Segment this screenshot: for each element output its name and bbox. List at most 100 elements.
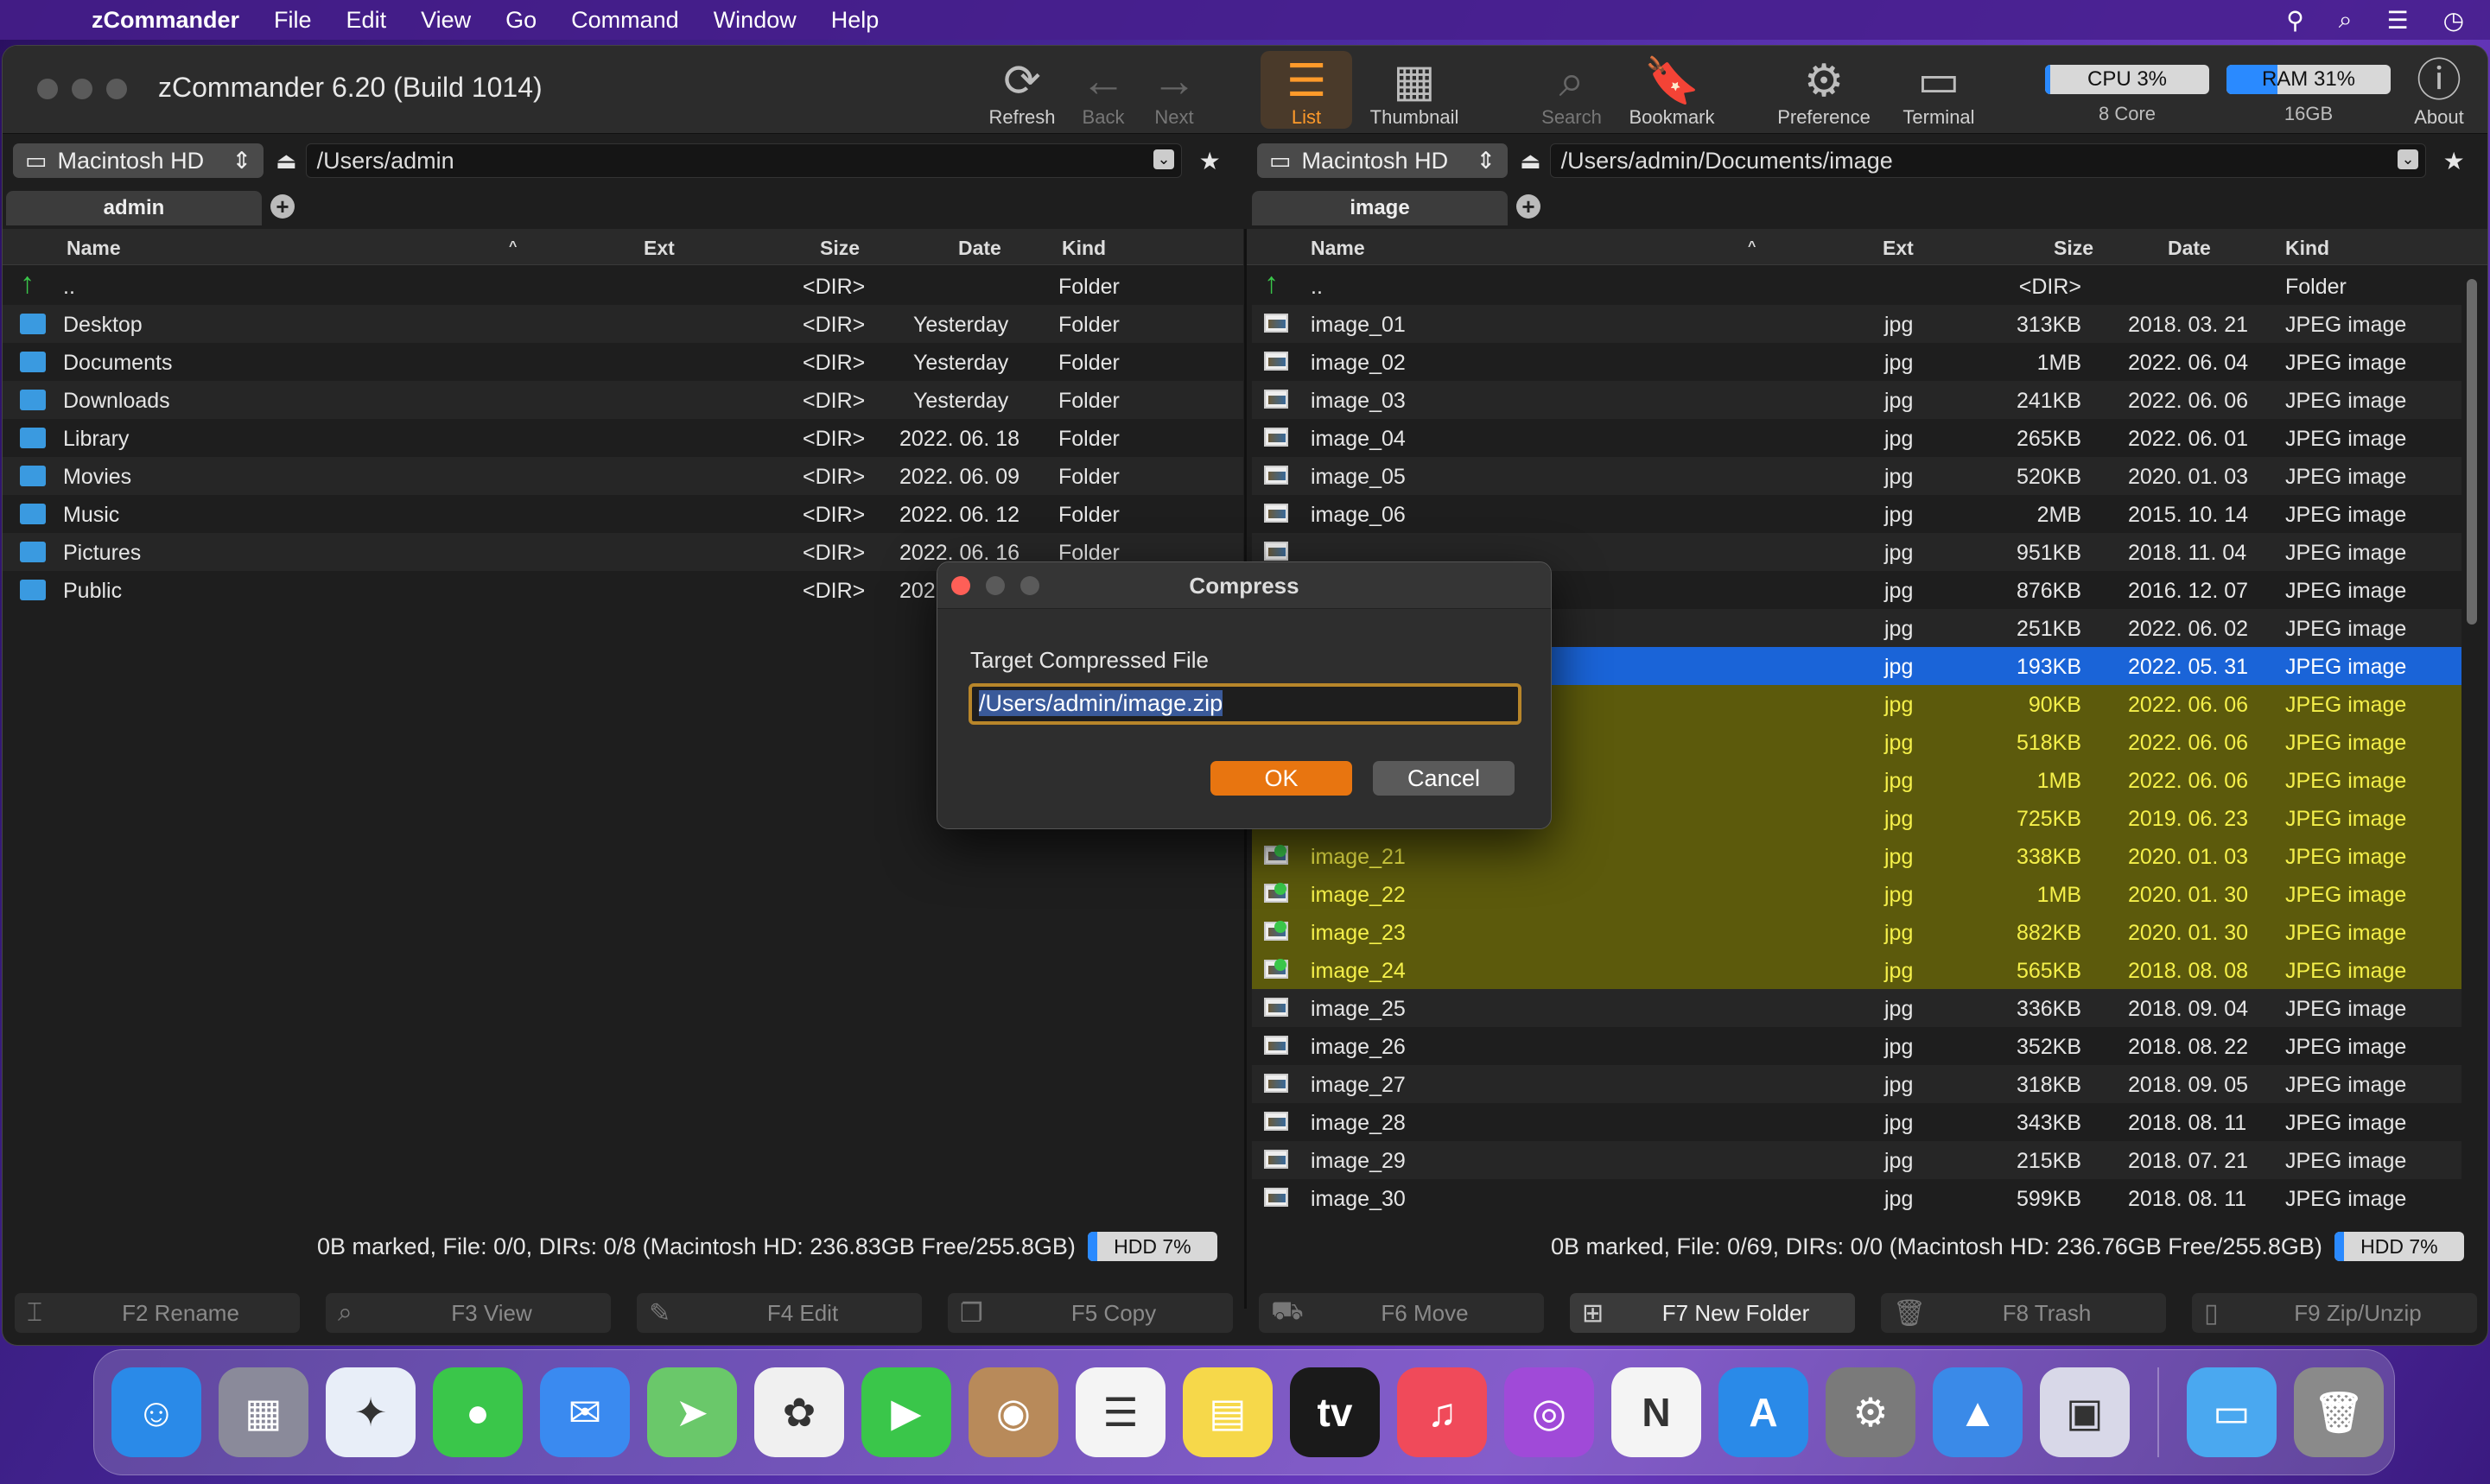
menu-go[interactable]: Go — [505, 7, 537, 34]
col-date[interactable]: Date — [958, 237, 1001, 260]
table-row[interactable]: image_23 jpg 882KB 2020. 01. 30 JPEG image — [1252, 913, 2461, 951]
list-item[interactable]: Music <DIR> 2022. 06. 12 Folder — [3, 495, 1243, 533]
list-item[interactable]: ↑.. <DIR> Folder — [3, 267, 1243, 305]
list-item[interactable]: Downloads <DIR> Yesterday Folder — [3, 381, 1243, 419]
table-row[interactable]: image_26 jpg 352KB 2018. 08. 22 JPEG image — [1252, 1027, 2461, 1065]
menu-view[interactable]: View — [421, 7, 471, 34]
dialog-zoom-button[interactable] — [1020, 576, 1039, 595]
col-kind[interactable]: Kind — [1062, 237, 1106, 260]
spotlight-search-icon[interactable]: ⌕ — [2339, 6, 2353, 35]
f6-move-button[interactable]: ⛟ F6 Move — [1259, 1293, 1544, 1333]
dock-maps-icon[interactable]: ➤ — [647, 1367, 737, 1457]
table-row[interactable]: image_06 jpg 2MB 2015. 10. 14 JPEG image — [1252, 495, 2461, 533]
dock-mail-icon[interactable]: ✉ — [540, 1367, 630, 1457]
dock-facetime-icon[interactable]: ▶ — [861, 1367, 951, 1457]
f8-trash-button[interactable]: 🗑 F8 Trash — [1881, 1293, 2166, 1333]
col-kind[interactable]: Kind — [2285, 237, 2329, 260]
table-row[interactable]: image_04 jpg 265KB 2022. 06. 01 JPEG image — [1252, 419, 2461, 457]
table-row[interactable]: image_03 jpg 241KB 2022. 06. 06 JPEG image — [1252, 381, 2461, 419]
control-center-icon[interactable]: ☰ — [2386, 6, 2408, 35]
clock-icon[interactable]: ◷ — [2443, 6, 2464, 35]
right-bookmark-star-icon[interactable]: ★ — [2443, 147, 2465, 175]
menu-window[interactable]: Window — [714, 7, 797, 34]
right-add-tab-icon[interactable]: + — [1516, 194, 1540, 219]
dock-downloads-folder-icon[interactable]: ▭ — [2187, 1367, 2277, 1457]
zoom-window-button[interactable] — [106, 79, 127, 99]
dock-messages-icon[interactable]: ● — [433, 1367, 523, 1457]
dialog-close-button[interactable] — [951, 576, 970, 595]
right-volume-select[interactable]: ▭ Macintosh HD ⇕ — [1257, 143, 1508, 178]
preference-button[interactable]: ⚙ Preference — [1770, 51, 1877, 129]
dock-zcommander-icon[interactable]: ▲ — [1933, 1367, 2023, 1457]
table-row[interactable]: image_25 jpg 336KB 2018. 09. 04 JPEG image — [1252, 989, 2461, 1027]
menu-command[interactable]: Command — [571, 7, 679, 34]
dock-app-store-icon[interactable]: A — [1718, 1367, 1808, 1457]
dock-trash-icon[interactable]: 🗑 — [2294, 1367, 2384, 1457]
right-tab-image[interactable]: image — [1252, 191, 1508, 225]
left-volume-select[interactable]: ▭ Macintosh HD ⇕ — [13, 143, 264, 178]
refresh-button[interactable]: ⟳ Refresh — [979, 51, 1065, 129]
minimize-window-button[interactable] — [72, 79, 92, 99]
table-row[interactable]: image_29 jpg 215KB 2018. 07. 21 JPEG image — [1252, 1141, 2461, 1179]
list-item[interactable]: Movies <DIR> 2022. 06. 09 Folder — [3, 457, 1243, 495]
eject-icon[interactable]: ⏏ — [1520, 148, 1541, 174]
next-button[interactable]: → Next — [1131, 51, 1217, 129]
table-row[interactable]: image_05 jpg 520KB 2020. 01. 03 JPEG image — [1252, 457, 2461, 495]
dialog-minimize-button[interactable] — [986, 576, 1005, 595]
left-file-list[interactable]: ↑.. <DIR> Folder Desktop <DIR> Yesterday Folde… — [3, 267, 1243, 609]
left-bookmark-star-icon[interactable]: ★ — [1199, 147, 1221, 175]
table-row[interactable]: image_22 jpg 1MB 2020. 01. 30 JPEG image — [1252, 875, 2461, 913]
table-row[interactable]: image_21 jpg 338KB 2020. 01. 03 JPEG image — [1252, 837, 2461, 875]
f3-view-button[interactable]: ⌕ F3 View — [326, 1293, 611, 1333]
f5-copy-button[interactable]: ❐ F5 Copy — [948, 1293, 1233, 1333]
menu-edit[interactable]: Edit — [346, 7, 387, 34]
ok-button[interactable]: OK — [1210, 761, 1352, 796]
list-view-button[interactable]: ☰ List — [1261, 51, 1352, 129]
bookmark-button[interactable]: 🔖 Bookmark — [1622, 51, 1722, 129]
dock-news-icon[interactable]: N — [1611, 1367, 1701, 1457]
dock-save-app-icon[interactable]: ▣ — [2040, 1367, 2130, 1457]
target-file-input[interactable]: /Users/admin/image.zip — [969, 683, 1521, 725]
dock-photos-icon[interactable]: ✿ — [754, 1367, 844, 1457]
left-add-tab-icon[interactable]: + — [270, 194, 295, 219]
dock-system-preferences-icon[interactable]: ⚙ — [1826, 1367, 1915, 1457]
col-date[interactable]: Date — [2168, 237, 2211, 260]
dock-notes-icon[interactable]: ▤ — [1183, 1367, 1273, 1457]
col-name[interactable]: Name — [1311, 237, 1365, 260]
col-name[interactable]: Name — [67, 237, 121, 260]
list-item[interactable]: Documents <DIR> Yesterday Folder — [3, 343, 1243, 381]
dock-music-icon[interactable]: ♫ — [1397, 1367, 1487, 1457]
list-item[interactable]: Library <DIR> 2022. 06. 18 Folder — [3, 419, 1243, 457]
table-row[interactable]: image_30 jpg 599KB 2018. 08. 11 JPEG image — [1252, 1179, 2461, 1217]
list-item[interactable]: Desktop <DIR> Yesterday Folder — [3, 305, 1243, 343]
f9-zip-button[interactable]: ▯ F9 Zip/Unzip — [2192, 1293, 2477, 1333]
dock-safari-icon[interactable]: ✦ — [326, 1367, 416, 1457]
dock-podcasts-icon[interactable]: ◎ — [1504, 1367, 1594, 1457]
close-window-button[interactable] — [37, 79, 58, 99]
f7-new-folder-button[interactable]: ⊞ F7 New Folder — [1570, 1293, 1855, 1333]
right-scrollbar-thumb[interactable] — [2467, 279, 2477, 625]
left-path-field[interactable]: /Users/admin ⌄ — [305, 143, 1182, 178]
path-dropdown-icon[interactable]: ⌄ — [2398, 149, 2418, 169]
cancel-button[interactable]: Cancel — [1373, 761, 1515, 796]
search-button[interactable]: ⌕ Search — [1528, 51, 1615, 129]
table-row[interactable]: image_02 jpg 1MB 2022. 06. 04 JPEG image — [1252, 343, 2461, 381]
table-row[interactable]: image_28 jpg 343KB 2018. 08. 11 JPEG image — [1252, 1103, 2461, 1141]
dock-contacts-icon[interactable]: ◉ — [969, 1367, 1058, 1457]
left-tab-admin[interactable]: admin — [6, 191, 262, 225]
table-row[interactable]: ↑.. <DIR> Folder — [1252, 267, 2461, 305]
dock-finder-icon[interactable]: ☺ — [111, 1367, 201, 1457]
terminal-button[interactable]: ▭ Terminal — [1891, 51, 1986, 129]
col-ext[interactable]: Ext — [644, 237, 675, 260]
dock-reminders-icon[interactable]: ☰ — [1076, 1367, 1166, 1457]
col-size[interactable]: Size — [2054, 237, 2093, 260]
app-menu[interactable]: zCommander — [92, 7, 239, 34]
col-ext[interactable]: Ext — [1883, 237, 1914, 260]
path-dropdown-icon[interactable]: ⌄ — [1153, 149, 1174, 169]
table-row[interactable]: image_27 jpg 318KB 2018. 09. 05 JPEG image — [1252, 1065, 2461, 1103]
menu-file[interactable]: File — [274, 7, 312, 34]
table-row[interactable]: image_24 jpg 565KB 2018. 08. 08 JPEG image — [1252, 951, 2461, 989]
f4-edit-button[interactable]: ✎ F4 Edit — [637, 1293, 922, 1333]
dock-tv-icon[interactable]: tv — [1290, 1367, 1380, 1457]
network-icon[interactable]: ⚲ — [2286, 6, 2304, 35]
